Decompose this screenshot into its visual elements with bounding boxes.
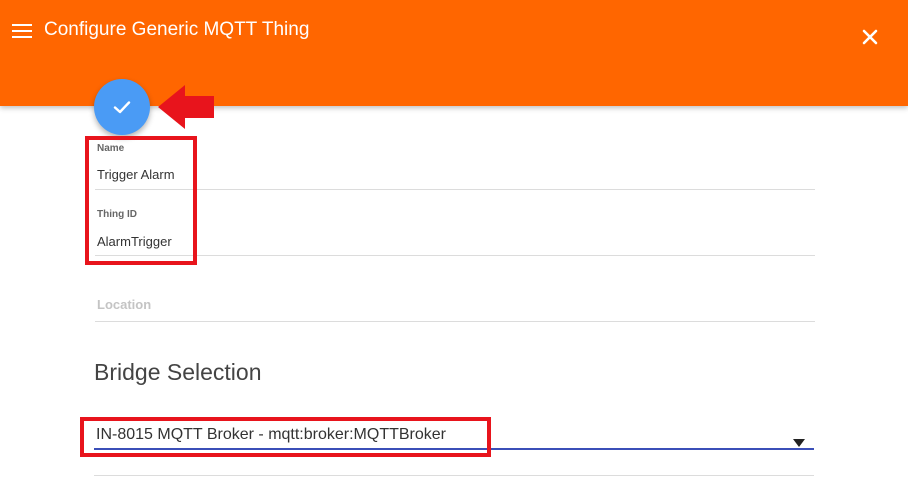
name-field[interactable]: Name Trigger Alarm (95, 140, 815, 190)
thing-id-label: Thing ID (97, 209, 137, 220)
save-button[interactable] (94, 79, 150, 135)
form-divider (94, 475, 814, 476)
checkmark-icon (113, 101, 131, 114)
configure-thing-page: Configure Generic MQTT Thing Name Trigge… (0, 0, 908, 503)
red-arrow-left-icon (158, 85, 214, 129)
hamburger-menu-icon[interactable] (12, 23, 32, 39)
location-field[interactable]: Location (95, 290, 815, 322)
bridge-section-title: Bridge Selection (94, 359, 262, 385)
bridge-select[interactable]: IN-8015 MQTT Broker - mqtt:broker:MQTTBr… (96, 426, 446, 444)
location-underline (95, 321, 815, 322)
thing-id-value[interactable]: AlarmTrigger (97, 234, 172, 249)
chevron-down-icon[interactable] (793, 434, 805, 447)
close-icon[interactable] (860, 27, 880, 47)
bridge-select-underline (94, 448, 814, 450)
name-label: Name (97, 143, 125, 154)
page-title: Configure Generic MQTT Thing (44, 19, 310, 40)
name-value[interactable]: Trigger Alarm (97, 167, 175, 182)
thing-id-underline (95, 255, 815, 256)
name-underline (95, 189, 815, 190)
location-placeholder: Location (97, 297, 152, 312)
thing-id-field[interactable]: Thing ID AlarmTrigger (95, 206, 815, 256)
